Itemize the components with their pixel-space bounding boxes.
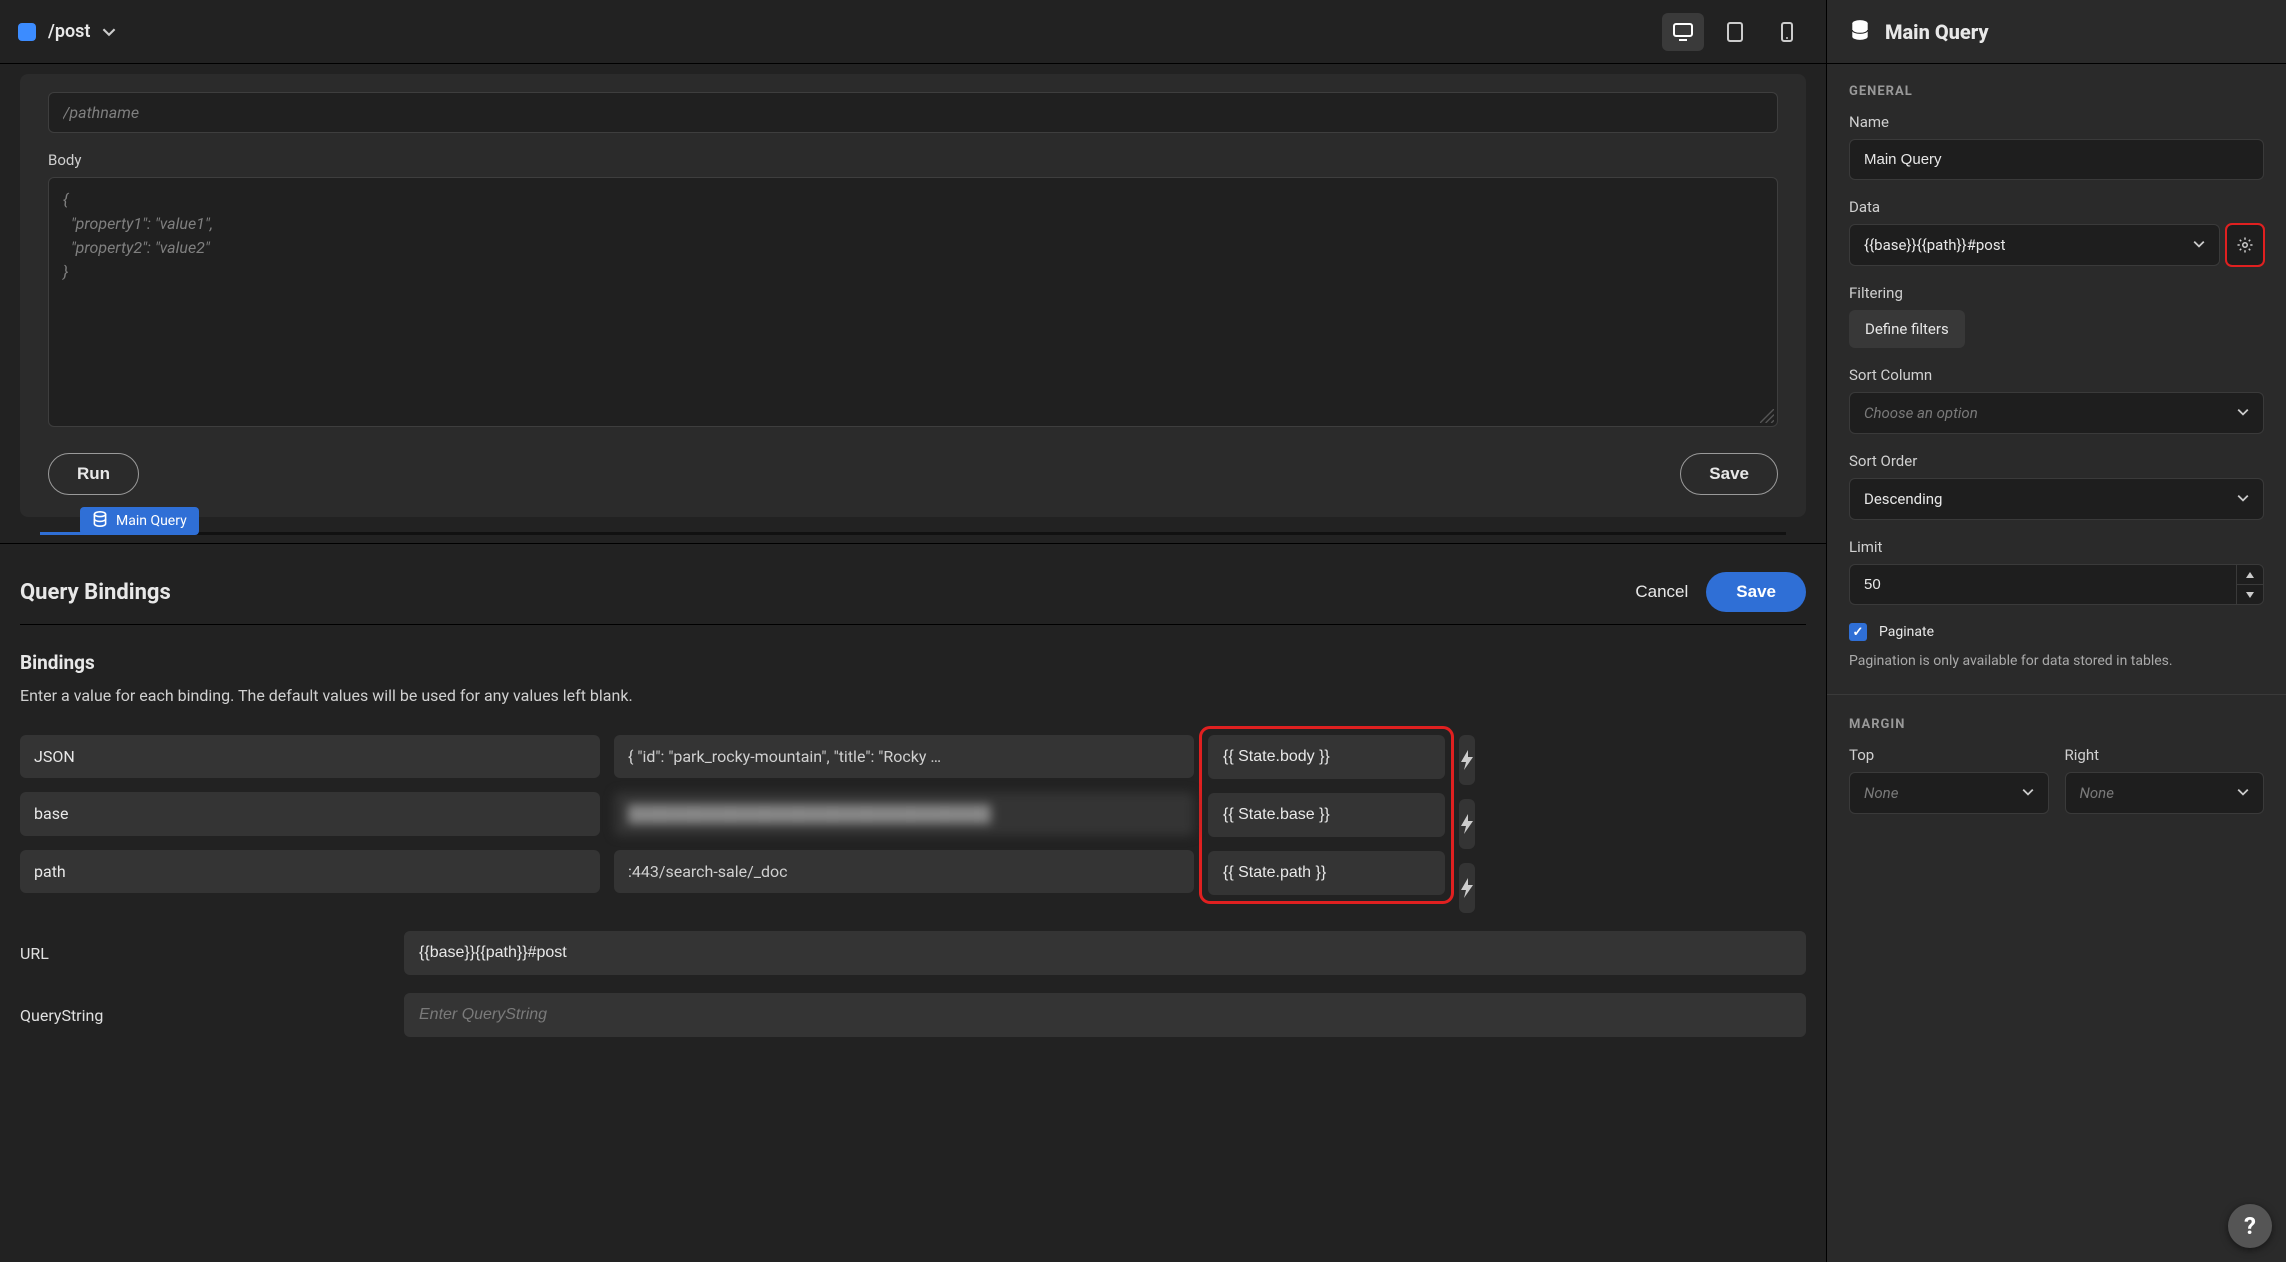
- database-icon: [1849, 19, 1871, 45]
- top-bar: /post: [0, 0, 1826, 64]
- data-select-value: {{base}}{{path}}#post: [1864, 236, 2006, 254]
- divider: [40, 532, 1786, 535]
- mobile-icon: [1780, 21, 1794, 43]
- tablet-icon: [1726, 21, 1744, 43]
- bindings-title: Query Bindings: [20, 580, 171, 605]
- binding-default: ████████████████████████████████: [614, 792, 1194, 836]
- body-label: Body: [48, 151, 1778, 169]
- main-query-pill[interactable]: Main Query: [80, 507, 199, 535]
- name-label: Name: [1849, 113, 2264, 131]
- margin-right-select[interactable]: None: [2065, 772, 2265, 814]
- sort-column-select[interactable]: Choose an option: [1849, 392, 2264, 434]
- binding-state-input[interactable]: [1208, 851, 1445, 895]
- main-query-pill-label: Main Query: [116, 513, 187, 529]
- editor-pane: Body Run Save Main Query: [0, 64, 1826, 535]
- binding-name: base: [20, 792, 600, 836]
- database-icon: [92, 511, 108, 531]
- save-bindings-button[interactable]: Save: [1706, 572, 1806, 612]
- mobile-view-button[interactable]: [1766, 13, 1808, 51]
- device-toggle: [1662, 13, 1808, 51]
- binding-name: path: [20, 850, 600, 893]
- section-margin: Margin: [1849, 717, 2264, 732]
- url-label: URL: [20, 944, 390, 963]
- limit-label: Limit: [1849, 538, 2264, 556]
- bindings-hint: Enter a value for each binding. The defa…: [20, 686, 1806, 705]
- bolt-button[interactable]: [1459, 799, 1475, 849]
- sort-column-label: Sort Column: [1849, 366, 2264, 384]
- limit-decrement-button[interactable]: [2237, 585, 2263, 604]
- chevron-down-icon: [2022, 784, 2034, 802]
- binding-default: :443/search-sale/_doc: [614, 850, 1194, 893]
- define-filters-button[interactable]: Define filters: [1849, 310, 1965, 348]
- margin-top-value: None: [1864, 784, 1898, 802]
- bindings-panel: Query Bindings Cancel Save Bindings Ente…: [0, 543, 1826, 1262]
- desktop-icon: [1672, 22, 1694, 42]
- margin-right-value: None: [2080, 784, 2114, 802]
- margin-top-select[interactable]: None: [1849, 772, 2049, 814]
- sort-order-select[interactable]: Descending: [1849, 478, 2264, 520]
- sort-order-value: Descending: [1864, 490, 1942, 508]
- data-settings-button[interactable]: [2226, 224, 2264, 266]
- querystring-label: QueryString: [20, 1006, 390, 1025]
- margin-top-label: Top: [1849, 746, 2049, 764]
- save-button[interactable]: Save: [1680, 453, 1778, 495]
- name-input[interactable]: [1849, 139, 2264, 180]
- help-button[interactable]: ?: [2228, 1204, 2272, 1248]
- section-general: General: [1849, 84, 2264, 99]
- bolt-icon: [1459, 878, 1475, 898]
- binding-name: JSON: [20, 735, 600, 778]
- paginate-hint: Pagination is only available for data st…: [1849, 651, 2264, 672]
- chevron-down-icon: [2237, 404, 2249, 422]
- desktop-view-button[interactable]: [1662, 13, 1704, 51]
- chevron-down-icon: [2237, 490, 2249, 508]
- bolt-icon: [1459, 750, 1475, 770]
- body-textarea[interactable]: [48, 177, 1778, 427]
- app-icon: [18, 23, 36, 41]
- breadcrumb[interactable]: /post: [48, 21, 90, 42]
- paginate-checkbox[interactable]: ✓: [1849, 623, 1867, 641]
- side-panel-title: Main Query: [1885, 20, 1989, 44]
- limit-increment-button[interactable]: [2237, 565, 2263, 585]
- chevron-down-icon[interactable]: [102, 25, 116, 39]
- filtering-label: Filtering: [1849, 284, 2264, 302]
- bolt-icon: [1459, 814, 1475, 834]
- cancel-button[interactable]: Cancel: [1635, 582, 1688, 602]
- pathname-input[interactable]: [48, 92, 1778, 133]
- divider: [1827, 694, 2286, 695]
- tablet-view-button[interactable]: [1714, 13, 1756, 51]
- paginate-label: Paginate: [1879, 624, 1934, 640]
- bolt-button[interactable]: [1459, 863, 1475, 913]
- run-button[interactable]: Run: [48, 453, 139, 495]
- chevron-down-icon: [2237, 784, 2249, 802]
- limit-input[interactable]: [1849, 564, 2236, 605]
- chevron-up-icon: [2246, 572, 2254, 578]
- querystring-input[interactable]: [404, 993, 1806, 1037]
- binding-default: { "id": "park_rocky-mountain", "title": …: [614, 735, 1194, 778]
- state-column-highlight: [1202, 729, 1451, 901]
- side-panel: Main Query General Name Data {{base}}{{p…: [1826, 0, 2286, 1262]
- sort-order-label: Sort Order: [1849, 452, 2264, 470]
- binding-state-input[interactable]: [1208, 735, 1445, 779]
- data-label: Data: [1849, 198, 2264, 216]
- binding-state-input[interactable]: [1208, 793, 1445, 837]
- url-input[interactable]: [404, 931, 1806, 975]
- margin-right-label: Right: [2065, 746, 2265, 764]
- gear-icon: [2236, 236, 2254, 254]
- chevron-down-icon: [2193, 236, 2205, 254]
- bindings-section-title: Bindings: [20, 651, 1806, 674]
- bolt-button[interactable]: [1459, 735, 1475, 785]
- sort-column-placeholder: Choose an option: [1864, 404, 1978, 422]
- chevron-down-icon: [2246, 592, 2254, 598]
- data-select[interactable]: {{base}}{{path}}#post: [1849, 224, 2220, 266]
